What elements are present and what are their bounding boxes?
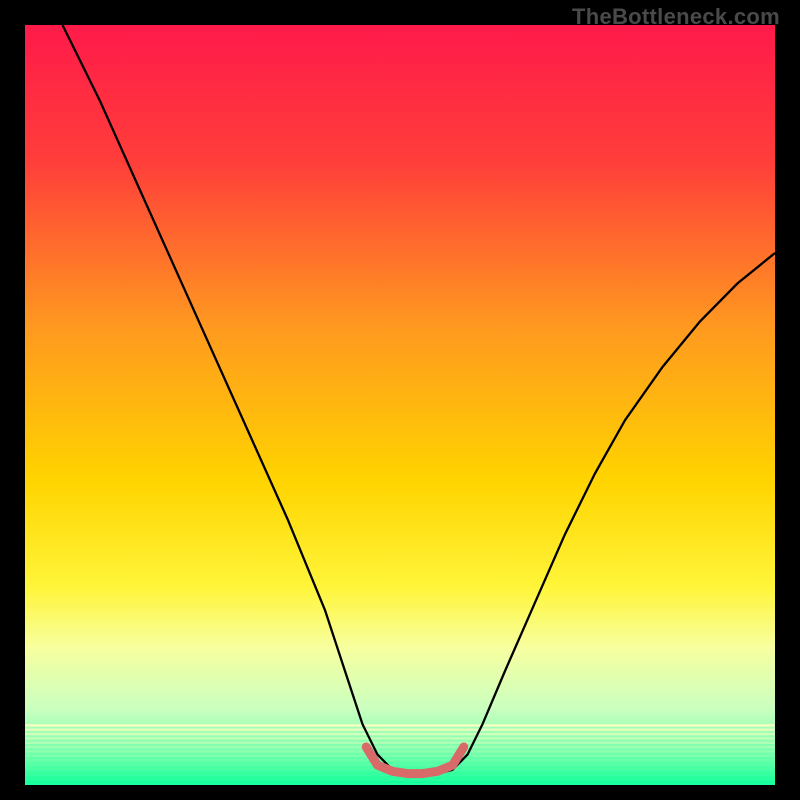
green-stripe [25, 750, 775, 752]
watermark-text: TheBottleneck.com [572, 4, 780, 30]
green-stripe [25, 737, 775, 739]
green-stripe [25, 733, 775, 735]
chart-frame: TheBottleneck.com [0, 0, 800, 800]
green-stripe [25, 759, 775, 761]
green-stripe [25, 746, 775, 748]
plot-background [25, 25, 775, 785]
green-stripe [25, 763, 775, 765]
bottleneck-chart [0, 0, 800, 800]
green-stripe [25, 729, 775, 731]
plot-area [25, 25, 775, 785]
green-stripe [25, 755, 775, 757]
green-stripe [25, 742, 775, 744]
green-stripe [25, 781, 775, 783]
green-stripe [25, 724, 775, 726]
